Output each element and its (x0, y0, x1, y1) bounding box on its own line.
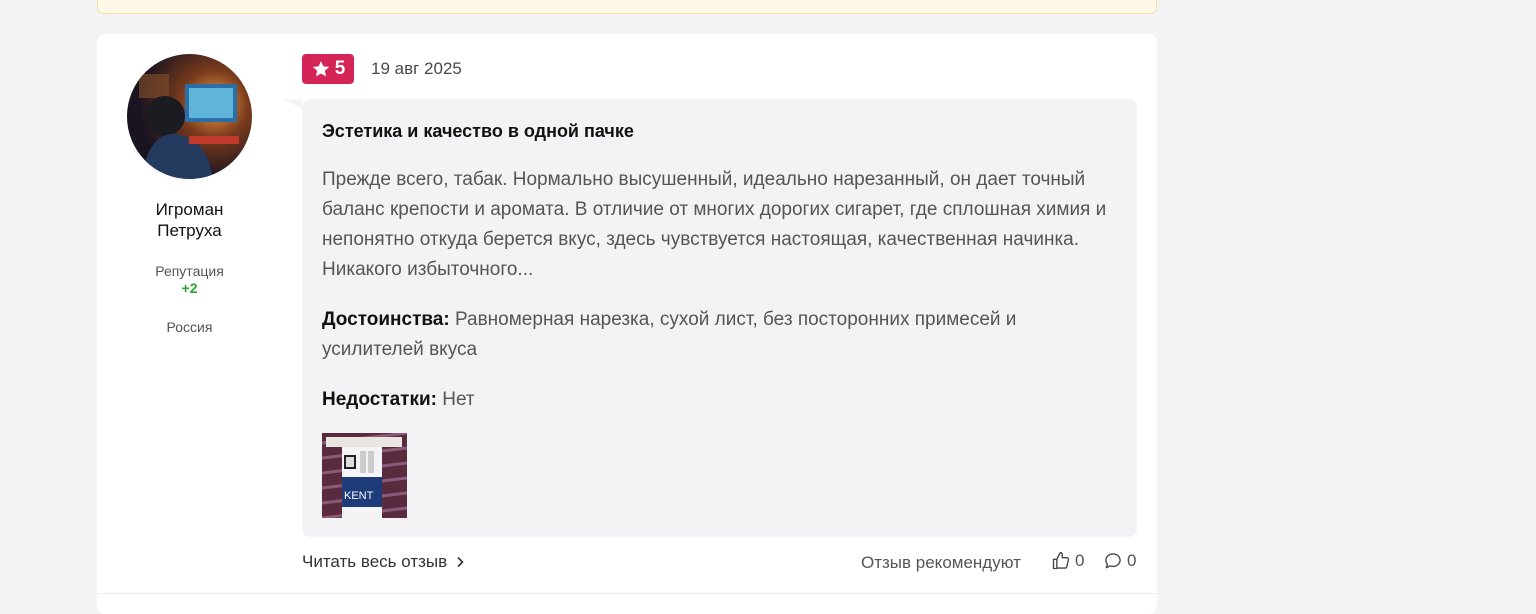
read-full-review-link[interactable]: Читать весь отзыв (302, 552, 465, 572)
cons-text: Нет (442, 389, 475, 410)
review-content: Эстетика и качество в одной пачке Прежде… (284, 99, 1137, 537)
review-body: Прежде всего, табак. Нормально высушенны… (322, 169, 1107, 280)
review-title[interactable]: Эстетика и качество в одной пачке (322, 121, 634, 142)
author-name[interactable]: Игроман Петруха (127, 199, 252, 241)
rating-badge: 5 (302, 54, 354, 84)
cons-label: Недостатки: (322, 389, 437, 410)
author-avatar[interactable] (127, 54, 252, 179)
card-divider (97, 593, 1157, 594)
photo-brand-text: KENT (344, 490, 374, 502)
comment-icon (1105, 553, 1121, 569)
review-photo[interactable]: KENT (322, 433, 407, 518)
chevron-right-icon (457, 556, 464, 568)
thumbs-up-icon (1052, 552, 1070, 570)
review-pros: Достоинства: Равномерная нарезка, сухой … (322, 305, 1112, 365)
read-more-label: Читать весь отзыв (302, 552, 448, 571)
reputation-value: +2 (181, 280, 198, 296)
bubble-tail (284, 99, 302, 109)
author-country: Россия (166, 319, 213, 335)
comments-button[interactable]: 0 (1103, 551, 1136, 571)
notice-bar (97, 0, 1157, 14)
likes-count: 0 (1075, 551, 1085, 570)
star-icon (312, 61, 329, 77)
recommend-label: Отзыв рекомендуют (861, 553, 1021, 572)
like-button[interactable]: 0 (1051, 551, 1084, 571)
review-date: 19 авг 2025 (371, 59, 462, 78)
rating-value: 5 (334, 58, 346, 79)
comments-count: 0 (1127, 551, 1137, 570)
review-card: Игроман Петруха Репутация +2 Россия 5 19… (97, 34, 1157, 614)
reputation-label: Репутация (155, 263, 224, 279)
review-cons: Недостатки: Нет (322, 385, 1112, 415)
pros-label: Достоинства: (322, 309, 450, 330)
